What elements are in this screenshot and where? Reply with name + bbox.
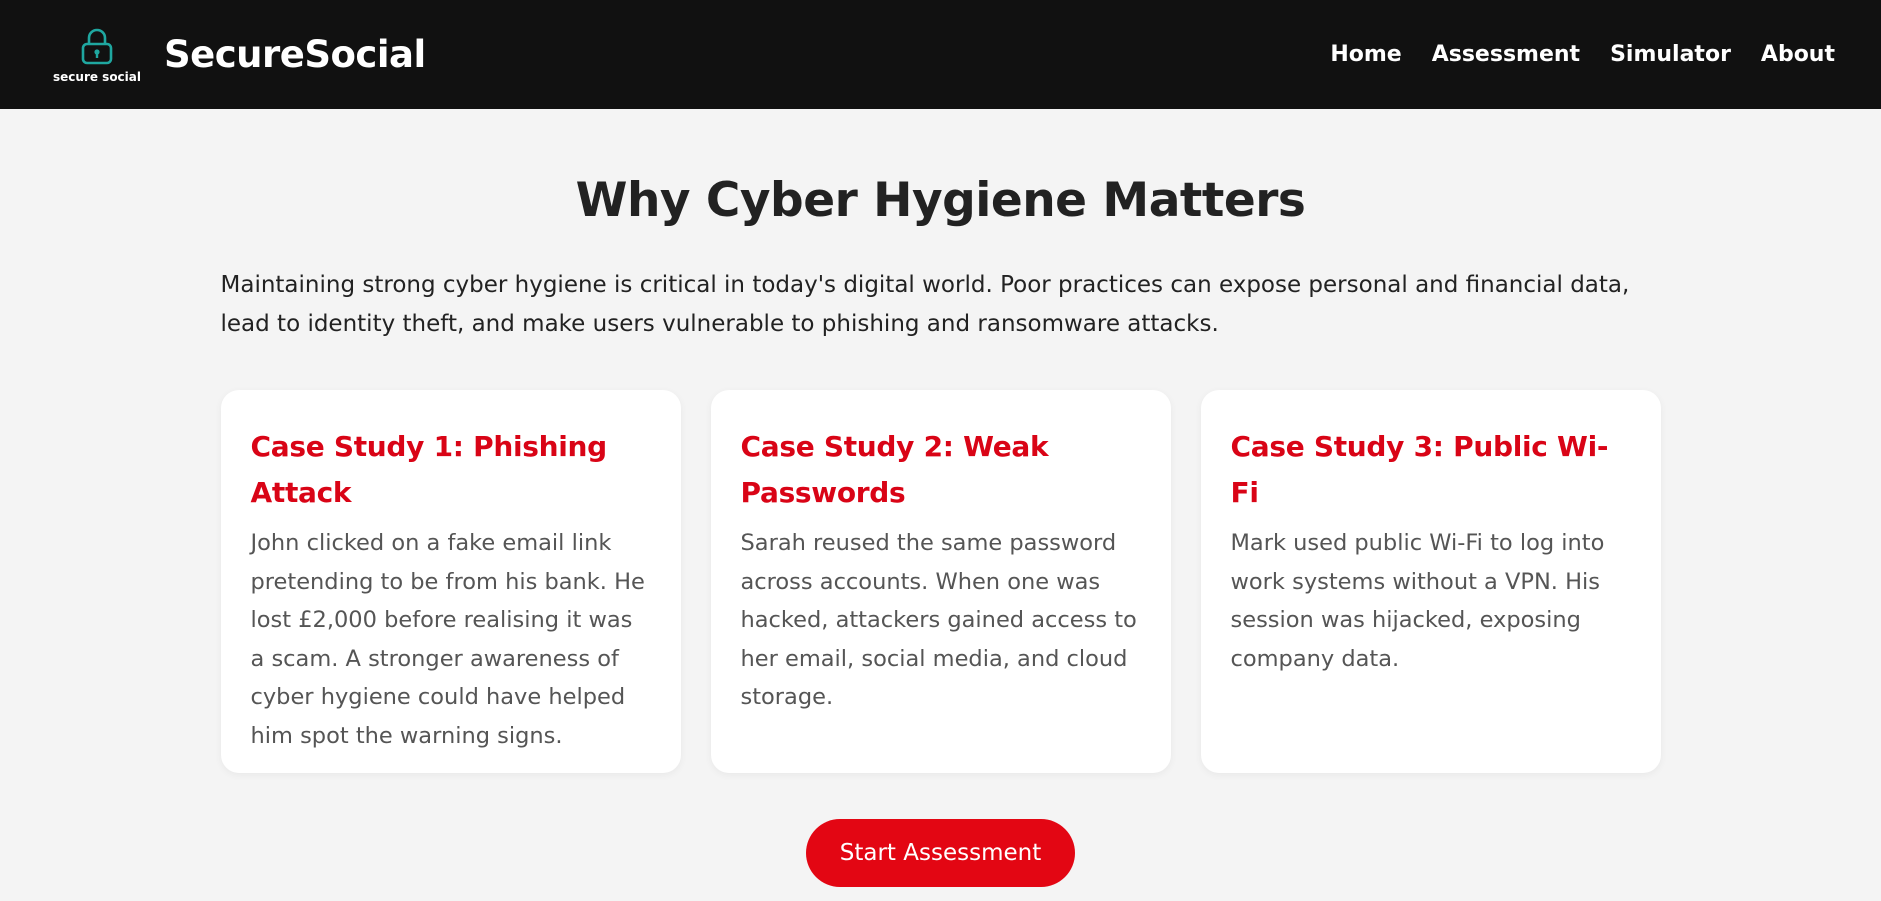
start-assessment-button[interactable]: Start Assessment (806, 819, 1075, 887)
case-study-cards: Case Study 1: Phishing Attack John click… (220, 390, 1661, 773)
main-nav: Home Assessment Simulator About (1330, 42, 1835, 67)
case-study-body: Sarah reused the same password across ac… (740, 530, 1137, 710)
case-study-title: Case Study 1: Phishing Attack (250, 430, 608, 509)
nav-home-link[interactable]: Home (1330, 42, 1401, 67)
main-content: Why Cyber Hygiene Matters Maintaining st… (220, 173, 1661, 887)
cta-container: Start Assessment (221, 819, 1661, 887)
case-study-card: Case Study 3: Public Wi-Fi Mark used pub… (1200, 390, 1661, 773)
case-study-title: Case Study 3: Public Wi-Fi (1230, 430, 1609, 509)
top-navbar: secure social SecureSocial Home Assessme… (0, 0, 1881, 109)
padlock-icon (81, 28, 113, 64)
brand-name[interactable]: SecureSocial (164, 33, 426, 76)
logo-text: secure social (53, 69, 141, 84)
case-study-title: Case Study 2: Weak Passwords (740, 430, 1049, 509)
nav-simulator-link[interactable]: Simulator (1610, 42, 1731, 67)
nav-assessment-link[interactable]: Assessment (1432, 42, 1580, 67)
case-study-body: John clicked on a fake email link preten… (250, 530, 645, 749)
case-study-body: Mark used public Wi-Fi to log into work … (1230, 530, 1605, 672)
case-study-card: Case Study 2: Weak Passwords Sarah reuse… (710, 390, 1171, 773)
intro-paragraph: Maintaining strong cyber hygiene is crit… (220, 272, 1630, 337)
site-logo[interactable]: secure social (53, 20, 141, 90)
page-title: Why Cyber Hygiene Matters (575, 173, 1306, 228)
case-study-card: Case Study 1: Phishing Attack John click… (220, 390, 681, 773)
nav-about-link[interactable]: About (1761, 42, 1835, 67)
